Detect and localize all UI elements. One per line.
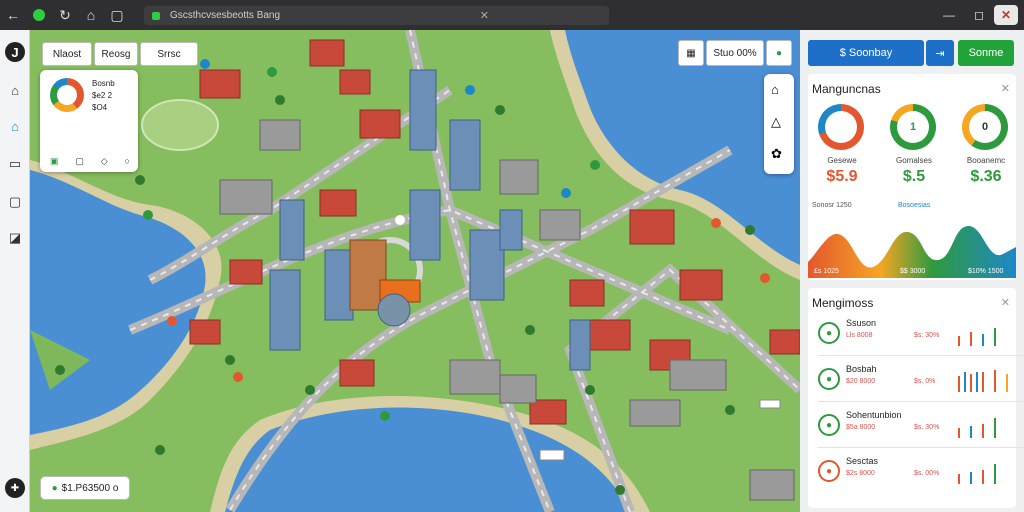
metric-row-4[interactable]: ● Sesctas $2s 8000 $s. 00% [818,452,1024,494]
metric-1-sub: Lls 8008 [846,332,873,339]
metric-3-title: Sohentunbion [846,410,902,420]
home-nav-icon[interactable]: ⌂ [5,80,25,100]
metric-1-icon: ● [818,322,840,344]
chart-label-left: Sonosr 1250 [812,202,852,209]
bookmark-icon[interactable]: ▢ [104,0,130,30]
restore-button[interactable]: ◻ [964,8,994,22]
share-icon[interactable]: ⇥ [926,40,954,66]
metric-2-title: Bosbah [846,364,877,374]
gauge-1-label: Gesewe [827,156,857,165]
gauge-1 [818,104,864,150]
back-icon[interactable]: ← [0,0,26,30]
metric-1-title: Ssuson [846,318,877,328]
metric-1-value: $s: 30% [914,332,940,339]
info-action-tag-icon[interactable]: ◇ [101,156,108,167]
home-icon[interactable]: ⌂ [78,0,104,30]
info-card: Bosnb $e2 2 $O4 ▣ ▢ ◇ ○ [40,70,138,172]
grid-view-icon[interactable]: ▦ [678,40,704,66]
chart-bottom-label-1: £s 1025 [814,268,839,275]
info-line-1: Bosnb [92,79,115,88]
metric-4-icon: ● [818,460,840,482]
info-actions: ▣ ▢ ◇ ○ [50,156,130,167]
map-nav-icon[interactable]: ⌂ [5,116,25,136]
filter-chip-2[interactable]: Reosg [94,42,138,66]
address-bar[interactable]: Gscsthcvsesbeotts Bang ✕ [144,6,609,25]
app-logo-icon[interactable]: J [5,42,25,62]
metric-3-icon: ● [818,414,840,436]
chart-label-mid: Bosoesias [898,202,931,209]
filter-chip-3[interactable]: Srrsc [140,42,198,66]
chart-bottom-label-3: $10% 1500 [968,268,1004,275]
lock-nav-icon[interactable]: ▢ [5,192,25,212]
metric-4-sparkline [958,464,996,484]
map-tool-stack: ⌂ △ ✿ [764,74,794,174]
window-controls: — ◻ ✕ [934,0,1024,30]
metrics-close-icon[interactable]: ✕ [1001,296,1010,309]
info-line-3: $O4 [92,103,108,112]
metric-2-sparkline [958,370,1008,392]
chart-bottom-label-2: $$ 3000 [900,268,926,275]
settings-icon[interactable]: ✚ [5,478,25,498]
left-sidebar: J ⌂ ⌂ ▭ ▢ ◪ ✚ [0,30,30,512]
metric-row-3[interactable]: ● Sohentunbion $5a 8000 $s. 30% [818,406,1024,448]
action-button[interactable]: Sonme [958,40,1014,66]
metric-3-sparkline [958,418,996,438]
close-button[interactable]: ✕ [994,5,1018,25]
chart-nav-icon[interactable]: ◪ [5,228,25,248]
reload-icon[interactable]: ↻ [52,0,78,30]
tab-favicon[interactable] [26,0,52,30]
metric-row-2[interactable]: ● Bosbah $20 8000 $s. 0% [818,360,1024,402]
gauge-3-value: $.36 [970,168,1002,185]
info-action-green-icon[interactable]: ▣ [50,156,59,167]
manager-title: Manguncnas [812,82,881,96]
metric-2-icon: ● [818,368,840,390]
tab-indicator-icon [33,9,45,21]
gauge-2: 1 [890,104,936,150]
metric-4-title: Sesctas [846,456,879,466]
green-status-icon[interactable]: ● [766,40,792,66]
settings-tool-icon[interactable]: ✿ [771,146,782,162]
metric-1-sparkline [958,328,996,346]
secure-icon [152,11,160,20]
metric-4-value: $s. 00% [914,470,940,477]
info-line-2: $e2 2 [92,91,113,100]
metrics-card: Mengimoss ✕ ● Ssuson Lls 8008 $s: 30% ● … [808,288,1024,508]
metric-3-value: $s. 30% [914,424,940,431]
metric-2-sub: $20 8000 [846,378,876,385]
metrics-title: Mengimoss [812,296,874,310]
metric-2-value: $s. 0% [914,378,936,385]
search-button[interactable]: $ Soonbay [808,40,924,66]
metric-3-sub: $5a 8000 [846,424,876,431]
info-action-copy-icon[interactable]: ▢ [75,156,84,167]
document-nav-icon[interactable]: ▭ [5,154,25,174]
map-canvas [30,30,800,512]
status-chip: Stuo 00% [706,40,764,66]
info-donut-chart [50,78,84,112]
gauge-3-label: Booanemc [966,156,1006,165]
layers-tool-icon[interactable]: ⌂ [771,82,779,97]
coordinates-chip: ● $1.P63500 o [40,476,130,500]
gauge-3-center: 0 [969,111,1001,143]
gauge-2-value: $.5 [902,168,926,185]
gauge-2-center: 1 [897,111,929,143]
location-icon: ● [51,482,58,494]
gauge-1-center [825,111,857,143]
coordinates-text: $1.P63500 o [61,482,119,494]
minimize-button[interactable]: — [934,8,964,22]
city-map[interactable]: Nlaost Reosg Srrsc Bosnb $e2 2 $O4 ▣ ▢ ◇… [30,30,800,512]
manager-close-icon[interactable]: ✕ [1001,82,1010,95]
gauge-1-value: $5.9 [826,168,858,185]
manager-card: Manguncnas ✕ 1 0 Gesewe Gomalses Booanem… [808,74,1016,280]
filter-chip-1[interactable]: Nlaost [42,42,92,66]
metric-row-1[interactable]: ● Ssuson Lls 8008 $s: 30% [818,314,1024,356]
metric-4-sub: $2s 8000 [846,470,875,477]
gauge-3: 0 [962,104,1008,150]
dashboard-panel: $ Soonbay ⇥ Sonme Manguncnas ✕ 1 0 Gesew… [800,30,1024,512]
route-tool-icon[interactable]: △ [771,114,781,130]
gauge-2-label: Gomalses [895,156,932,165]
info-values: Bosnb $e2 2 $O4 [92,78,115,114]
url-text: Gscsthcvsesbeotts Bang [170,10,281,21]
info-action-circle-icon[interactable]: ○ [125,156,130,167]
url-clear-icon[interactable]: ✕ [480,9,489,22]
